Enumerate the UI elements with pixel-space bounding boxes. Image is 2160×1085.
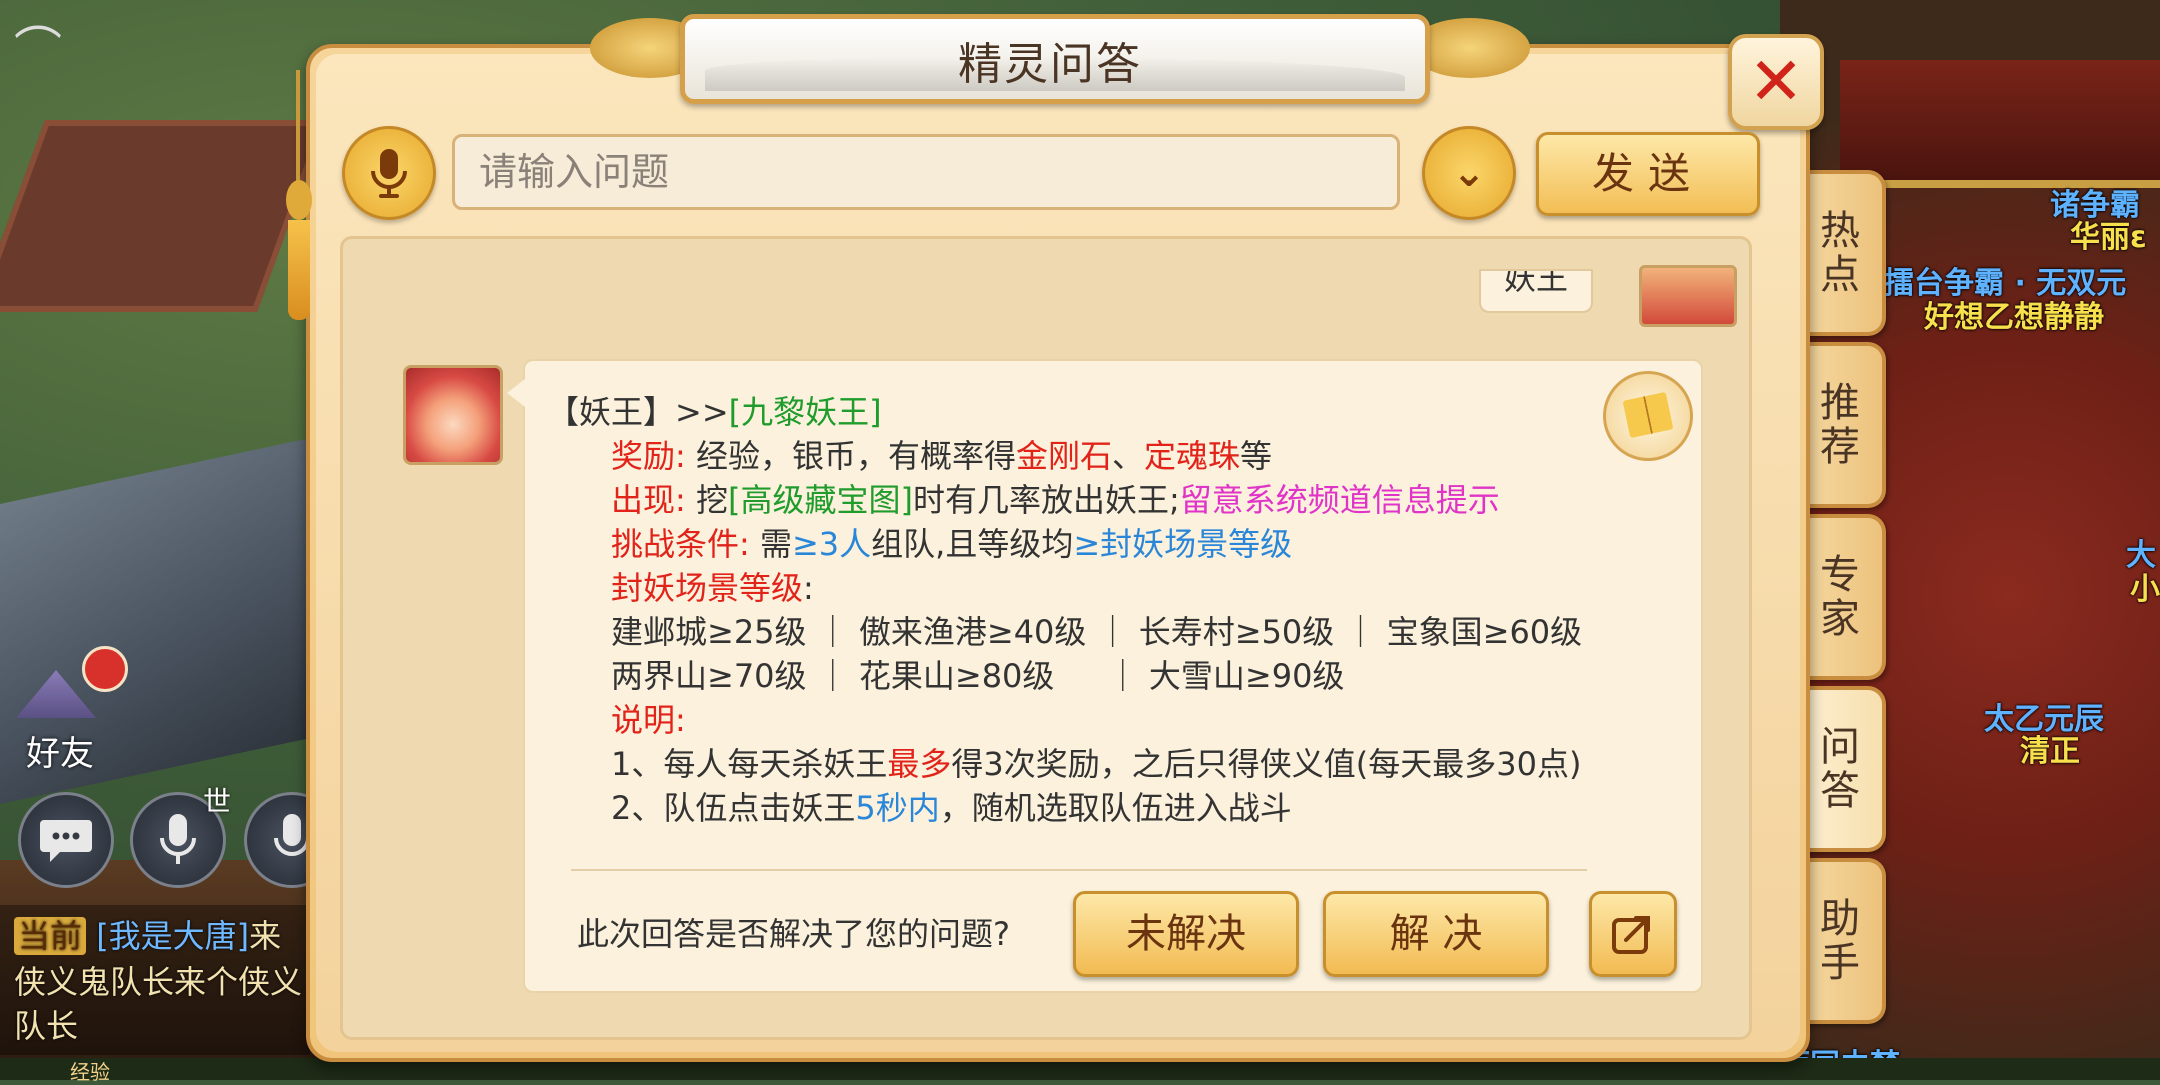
reward-item: 金刚石: [1015, 437, 1112, 475]
close-button[interactable]: ✕: [1728, 34, 1824, 130]
tab-qa[interactable]: 问答: [1800, 686, 1886, 852]
chat-line: 队长: [14, 1007, 79, 1045]
book-icon[interactable]: [1603, 371, 1693, 461]
note-text: ，随机选取队伍进入战斗: [939, 789, 1292, 827]
player-name-text: 小: [2130, 572, 2160, 607]
microphone-icon: [160, 814, 196, 864]
chat-text: 来: [249, 917, 282, 955]
note-highlight: 最多: [887, 745, 952, 783]
appear-text: 挖: [695, 481, 728, 519]
user-message-bubble: 妖王: [1479, 269, 1593, 313]
unsolved-button[interactable]: 未解决: [1073, 891, 1299, 977]
note-text: 得3次奖励，之后只得侠义值(每天最多30点): [951, 745, 1582, 783]
chat-channel-tag: 当前: [14, 917, 87, 955]
challenge-highlight: ≥3人: [791, 525, 872, 563]
answer-line: 挑战条件: 需≥3人组队,且等级均≥封妖场景等级: [611, 519, 1292, 565]
tab-hot[interactable]: 热点: [1800, 170, 1886, 336]
spirit-avatar: [403, 365, 503, 465]
scene-right-roof: [1840, 60, 2160, 188]
dialog-title: 精灵问答: [958, 39, 1142, 90]
close-icon: ✕: [1748, 43, 1804, 120]
conversation-pane[interactable]: 妖王 【妖王】>>[九黎妖王] 奖励: 经验，银币，有概率得金刚石、定魂珠等 出…: [340, 236, 1752, 1040]
chevron-down-icon: ⌄: [1452, 150, 1486, 196]
answer-bubble: 【妖王】>>[九黎妖王] 奖励: 经验，银币，有概率得金刚石、定魂珠等 出现: …: [507, 359, 1703, 993]
tab-label: 助手: [1813, 897, 1859, 985]
share-icon: [1612, 916, 1650, 954]
user-avatar: [1639, 265, 1737, 327]
player-name-text: 好想乙想静静: [1924, 300, 2104, 335]
reward-text: 等: [1240, 437, 1273, 475]
back-icon[interactable]: ⌒: [14, 22, 70, 78]
feedback-question: 此次回答是否解决了您的问题?: [577, 915, 1010, 953]
chat-sender[interactable]: [我是大唐]: [96, 917, 249, 955]
tassel-decoration: [282, 70, 316, 330]
tab-label: 专家: [1813, 553, 1859, 641]
reward-text: 、: [1112, 437, 1145, 475]
solved-button[interactable]: 解 决: [1323, 891, 1549, 977]
note-line: 1、每人每天杀妖王最多得3次奖励，之后只得侠义值(每天最多30点): [611, 739, 1581, 785]
level-row: 两界山≥70级 ｜ 花果山≥80级 ｜ 大雪山≥90级: [611, 657, 1345, 695]
appear-text: 时有几率放出妖王;: [912, 481, 1180, 519]
challenge-text: 组队,且等级均: [871, 525, 1074, 563]
chat-button[interactable]: [18, 792, 114, 888]
challenge-label: 挑战条件:: [611, 525, 750, 563]
appear-hint: 留意系统频道信息提示: [1179, 481, 1500, 519]
answer-link[interactable]: [九黎妖王]: [729, 393, 882, 431]
reward-text: 经验，银币，有概率得: [695, 437, 1016, 475]
question-input[interactable]: [452, 134, 1400, 210]
scene-level-label: 封妖场景等级: [611, 569, 804, 607]
notification-dot: [82, 646, 128, 692]
tab-label: 推荐: [1813, 381, 1859, 469]
answer-line: 封妖场景等级:: [611, 563, 814, 609]
friend-label: 好友: [26, 734, 94, 774]
send-button[interactable]: 发送: [1536, 132, 1760, 216]
answer-line: 说明:: [611, 695, 686, 741]
note-text: 2、队伍点击妖王: [611, 789, 856, 827]
player-name-text: 华丽ε: [2070, 220, 2147, 255]
note-label: 说明:: [611, 701, 686, 739]
chat-line: 侠义鬼队长来个侠义: [14, 963, 303, 1001]
scene-level-colon: :: [803, 569, 814, 607]
treasure-map-link[interactable]: [高级藏宝图]: [728, 481, 913, 519]
tab-expert[interactable]: 专家: [1800, 514, 1886, 680]
history-dropdown-button[interactable]: ⌄: [1422, 126, 1516, 220]
reward-label: 奖励:: [611, 437, 686, 475]
answer-topic: 【妖王】>>: [547, 393, 729, 431]
voice-input-button[interactable]: [342, 126, 436, 220]
scene-carpet: [0, 120, 327, 312]
chat-line: 当前 [我是大唐]来: [14, 911, 281, 957]
answer-line: 【妖王】>>[九黎妖王]: [547, 387, 882, 433]
player-name-text: 清正: [2020, 734, 2080, 769]
tab-label: 问答: [1813, 725, 1859, 813]
answer-line: 出现: 挖[高级藏宝图]时有几率放出妖王;留意系统频道信息提示: [611, 475, 1500, 521]
answer-line: 奖励: 经验，银币，有概率得金刚石、定魂珠等: [611, 431, 1272, 477]
tab-recommend[interactable]: 推荐: [1800, 342, 1886, 508]
exp-label: 经验: [70, 1060, 110, 1084]
user-message-text: 妖王: [1503, 269, 1568, 297]
reward-item: 定魂珠: [1144, 437, 1241, 475]
appear-label: 出现:: [611, 481, 686, 519]
level-row: 建邺城≥25级 ｜ 傲来渔港≥40级 ｜ 长寿村≥50级 ｜ 宝象国≥60级: [611, 613, 1583, 651]
tab-label: 热点: [1813, 209, 1859, 297]
microphone-icon: [371, 149, 407, 198]
note-text: 1、每人每天杀妖王: [611, 745, 888, 783]
challenge-text: 需: [759, 525, 792, 563]
tab-assistant[interactable]: 助手: [1800, 858, 1886, 1024]
note-line: 2、队伍点击妖王5秒内，随机选取队伍进入战斗: [611, 783, 1292, 829]
world-voice-button[interactable]: 世: [130, 787, 231, 888]
note-highlight: 5秒内: [855, 789, 940, 827]
chat-bubble-icon: [40, 820, 92, 862]
feedback-divider: [571, 869, 1587, 871]
challenge-highlight: ≥封妖场景等级: [1073, 525, 1293, 563]
chat-panel[interactable]: 当前 [我是大唐]来 侠义鬼队长来个侠义 队长: [0, 905, 310, 1055]
world-channel-label: 世: [202, 785, 231, 818]
share-button[interactable]: [1589, 891, 1677, 977]
